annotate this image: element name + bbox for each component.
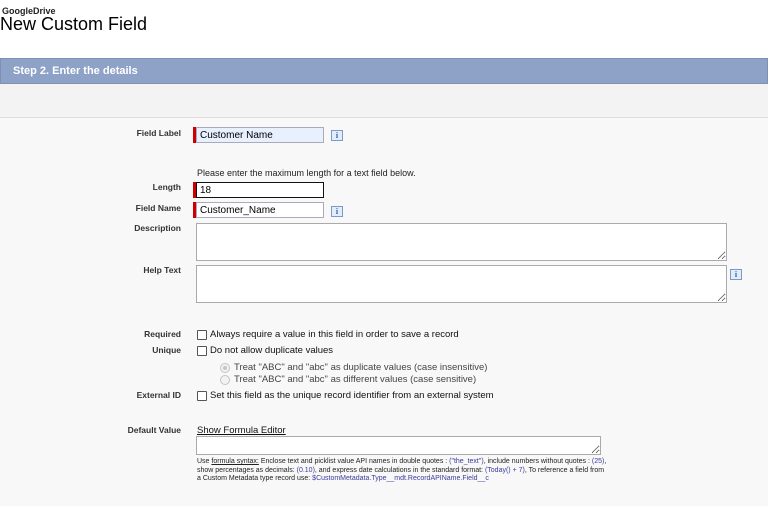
step-header-bar: Step 2. Enter the details [0,58,768,84]
case-sensitive-text: Treat "ABC" and "abc" as different value… [234,374,477,385]
description-textarea[interactable] [196,223,727,261]
length-label: Length [152,182,181,192]
note-code: (25) [591,458,605,465]
required-label: Required [144,329,181,339]
note-code: $CustomMetadata.Type__mdt.RecordAPIName.… [312,475,489,483]
note-code: (Today() + 7) [484,466,525,474]
note-text: , include numbers without quotes : [483,458,592,465]
field-name-input[interactable] [196,202,324,218]
unique-option-text: Do not allow duplicate values [210,345,334,356]
note-text: , and express date calculations in the s… [314,466,485,474]
unique-label: Unique [152,345,181,355]
info-icon[interactable]: i [331,206,343,217]
unique-checkbox[interactable] [197,346,207,356]
required-checkbox[interactable] [197,330,207,340]
required-option-text: Always require a value in this field in … [210,329,459,340]
note-code: (0.10) [296,466,315,474]
page-title: New Custom Field [0,14,148,34]
formula-syntax-note: Use formula syntax: Enclose text and pic… [197,458,607,484]
formula-syntax-link[interactable]: formula syntax: [211,458,258,465]
default-value-textarea[interactable] [196,436,601,455]
case-insensitive-radio[interactable] [220,363,230,373]
field-label-input[interactable] [196,127,324,143]
help-text-label: Help Text [143,265,181,275]
default-value-label: Default Value [127,425,181,435]
external-id-option-text: Set this field as the unique record iden… [210,390,494,401]
step-band [0,84,768,118]
show-formula-editor-link[interactable]: Show Formula Editor [197,425,286,436]
field-label-label: Field Label [136,128,181,138]
length-hint: Please enter the maximum length for a te… [197,168,416,178]
step-title: Step 2. Enter the details [13,65,138,77]
case-insensitive-text: Treat "ABC" and "abc" as duplicate value… [234,362,488,373]
length-input[interactable] [196,182,324,198]
description-label: Description [134,223,181,233]
external-id-label: External ID [136,390,181,400]
info-icon[interactable]: i [730,269,742,280]
note-text: Use [197,458,212,465]
field-name-label: Field Name [135,203,181,213]
help-text-textarea[interactable] [196,265,727,303]
external-id-checkbox[interactable] [197,391,207,401]
note-code: ("the_text") [449,458,484,465]
note-text: Enclose text and picklist value API name… [258,458,450,465]
case-sensitive-radio[interactable] [220,375,230,385]
info-icon[interactable]: i [331,130,343,141]
